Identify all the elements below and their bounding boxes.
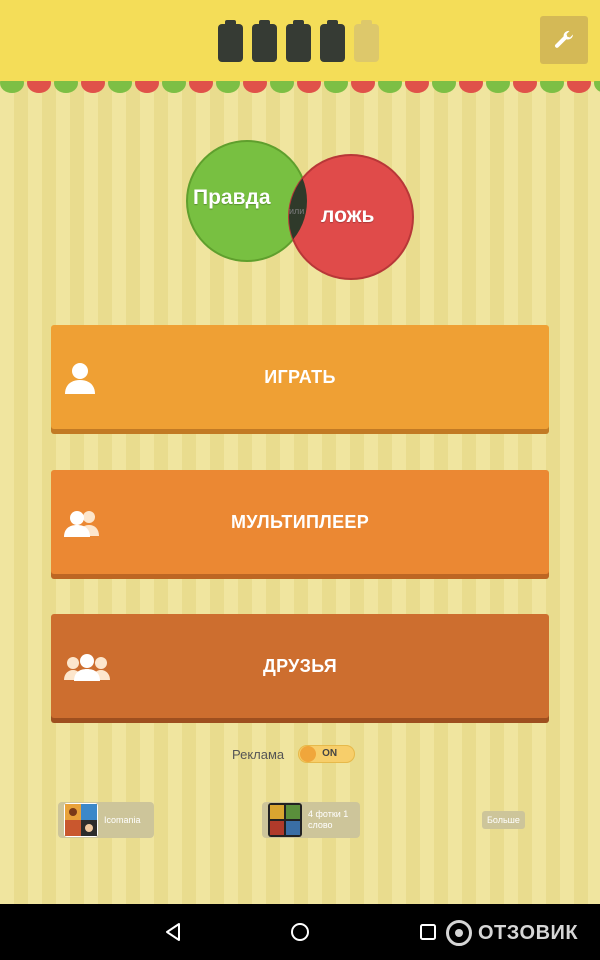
multiplayer-button-label: МУЛЬТИПЛЕЕР <box>230 511 370 532</box>
bunting-scallop <box>432 81 456 93</box>
life-battery-icon <box>286 20 311 62</box>
promo-app-title: 4 фотки 1 слово <box>308 809 349 830</box>
play-button[interactable]: ИГРАТЬ <box>51 325 549 429</box>
life-battery-icon <box>252 20 277 62</box>
bunting-scallop <box>0 81 24 93</box>
ads-setting-row: Реклама ON <box>232 743 356 765</box>
icomania-app-icon <box>64 803 98 837</box>
life-battery-icon <box>320 20 345 62</box>
bunting-scallop <box>351 81 375 93</box>
play-button-label: ИГРАТЬ <box>264 366 336 387</box>
promo-app-title: Icomania <box>104 814 141 825</box>
android-nav-bar: ОТЗОВИК <box>0 904 600 960</box>
bunting-scallop <box>540 81 564 93</box>
bunting-scallop <box>27 81 51 93</box>
bunting-scallop <box>216 81 240 93</box>
bunting-scallop <box>54 81 78 93</box>
logo-word-lozh: ложь <box>321 204 375 227</box>
bunting-scallop <box>243 81 267 93</box>
bunting-scallop <box>378 81 402 93</box>
back-triangle-icon[interactable] <box>164 922 182 942</box>
promo-app-icomania[interactable]: Icomania <box>58 802 154 838</box>
four-photos-app-icon <box>268 803 302 837</box>
bunting-scallop <box>567 81 591 93</box>
logo-word-pravda: Правда <box>193 186 271 209</box>
lives-indicator <box>218 20 379 62</box>
bunting-scallop <box>81 81 105 93</box>
logo-word-ili: или <box>289 206 305 216</box>
more-apps-button[interactable]: Больше <box>482 811 525 829</box>
ads-toggle-state: ON <box>322 748 338 759</box>
ads-toggle[interactable]: ON <box>298 745 356 763</box>
bunting-scallop <box>324 81 348 93</box>
app-screen: Правда или ложь ИГРАТЬ МУЛЬТИПЛЕЕР ДРУЗЬ… <box>0 0 600 960</box>
bunting-scallop <box>594 81 600 92</box>
empty-life-battery-icon <box>354 20 379 62</box>
watermark-text: ОТЗОВИК <box>478 921 579 944</box>
bunting-scallop <box>270 81 294 93</box>
friends-button-label: ДРУЗЬЯ <box>262 655 338 676</box>
bunting-scallop <box>513 81 537 93</box>
promo-app-4-photos-1-word[interactable]: 4 фотки 1 слово <box>262 802 360 838</box>
bunting-scallop <box>162 81 186 93</box>
wrench-icon <box>555 30 573 48</box>
bunting-scallop <box>189 81 213 93</box>
settings-button[interactable] <box>540 16 588 64</box>
friends-button[interactable]: ДРУЗЬЯ <box>51 614 549 718</box>
bunting-scallop <box>405 81 429 93</box>
multiplayer-button[interactable]: МУЛЬТИПЛЕЕР <box>51 470 549 574</box>
bunting-scallop <box>459 81 483 93</box>
bunting-scallop <box>486 81 510 93</box>
home-circle-icon[interactable] <box>290 922 310 942</box>
life-battery-icon <box>218 20 243 62</box>
watermark-logo-icon <box>446 920 472 946</box>
bunting-scallop <box>135 81 159 93</box>
bunting-scallop <box>108 81 132 93</box>
recents-square-icon[interactable] <box>419 923 437 941</box>
ads-label: Реклама <box>232 746 285 762</box>
watermark: ОТЗОВИК <box>446 919 578 947</box>
toggle-knob <box>300 746 317 762</box>
top-bar <box>0 0 600 82</box>
bunting-scallop <box>297 81 321 93</box>
bunting-decoration <box>0 81 600 97</box>
